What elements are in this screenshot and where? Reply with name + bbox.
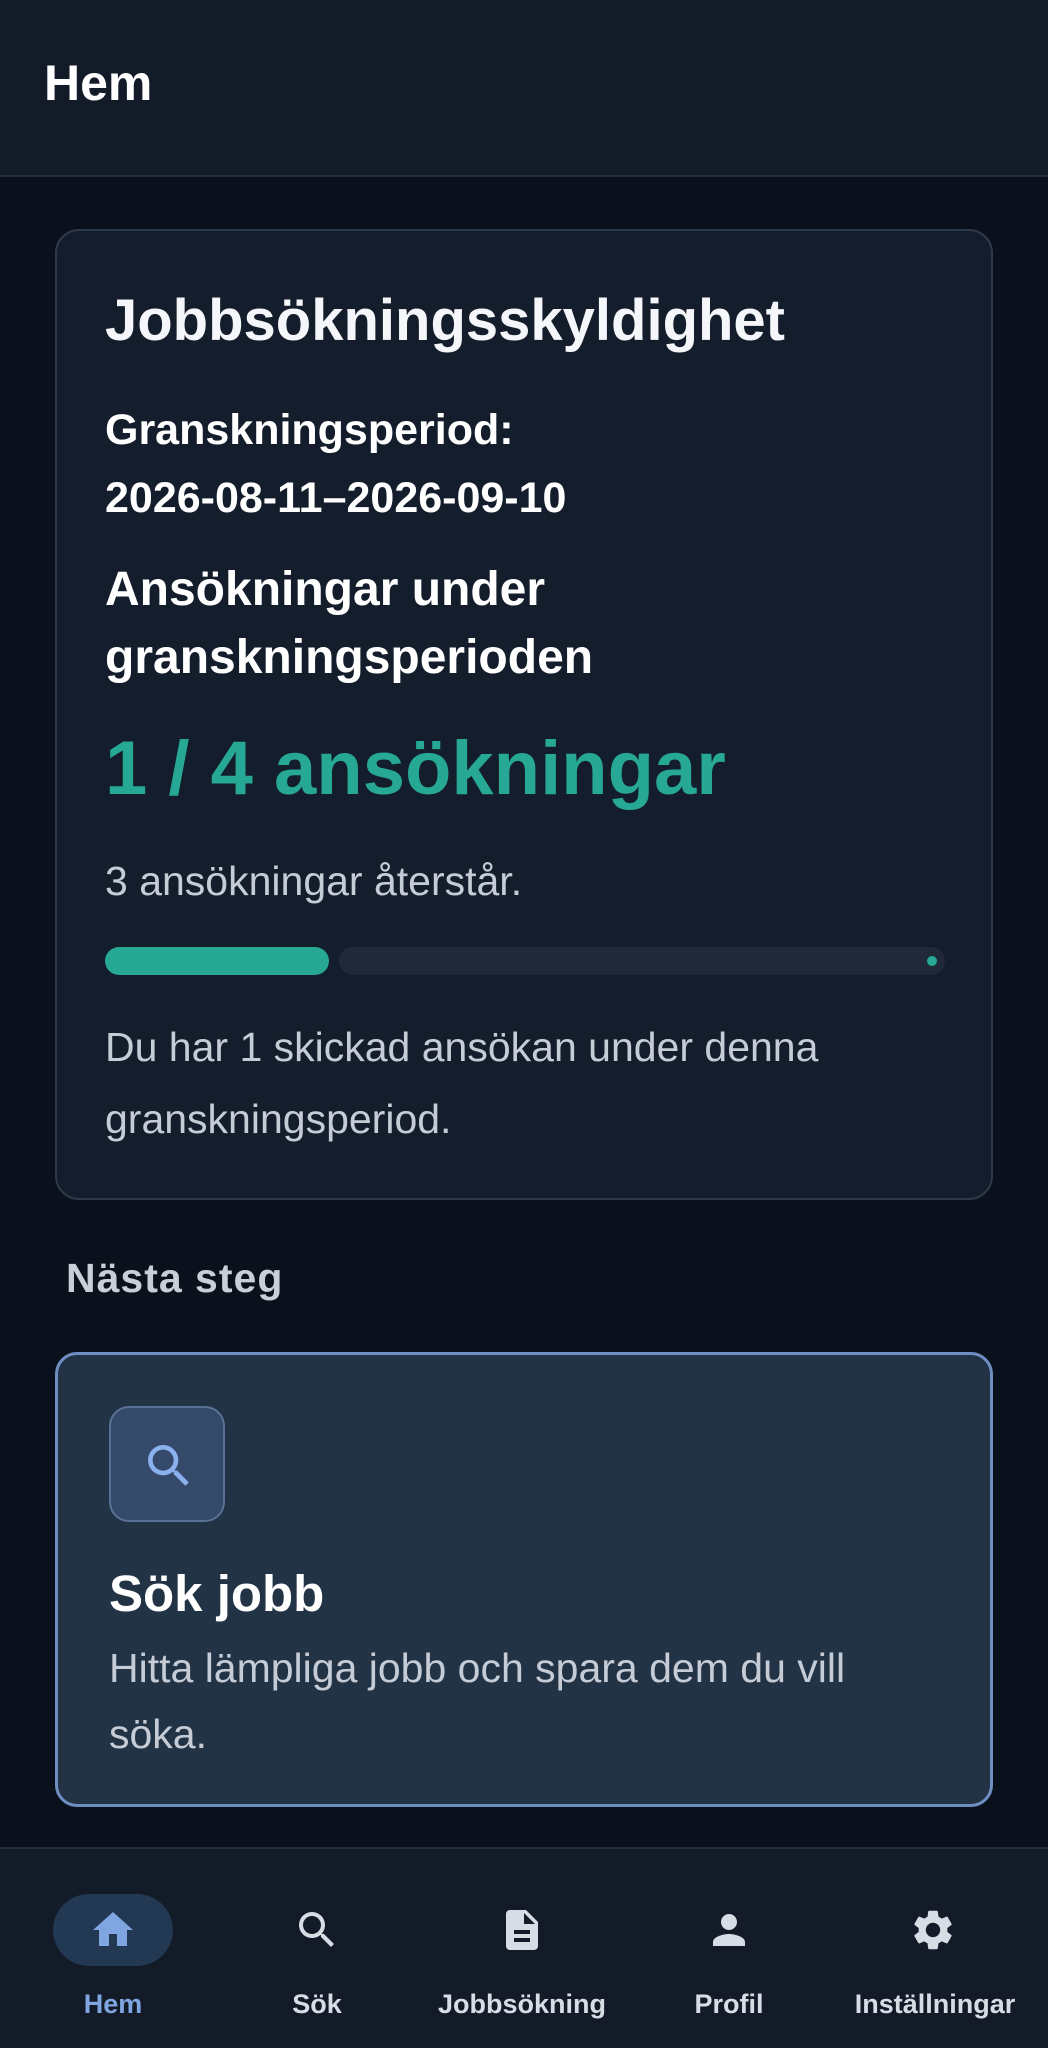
applications-progress-bar <box>105 947 945 975</box>
review-period-value: 2026-08-11–2026-09-10 <box>105 474 567 522</box>
applications-remaining: 3 ansökningar återstår. <box>105 858 523 904</box>
progress-fill <box>105 947 329 975</box>
nav-label-profile: Profil <box>694 1989 764 2019</box>
nav-label-search: Sök <box>292 1989 342 2019</box>
page-title: Hem <box>44 55 153 111</box>
nav-item-profile[interactable]: Profil <box>636 1849 822 2048</box>
app-root: Hem Jobbsökningsskyldighet Granskningspe… <box>0 0 1048 2048</box>
applications-heading: Ansökningar under granskningsperioden <box>105 563 594 684</box>
progress-remaining-track <box>339 947 945 975</box>
home-icon <box>93 1912 133 1946</box>
nav-label-home: Hem <box>83 1989 143 2019</box>
applications-summary: Du har 1 skickad ansökan under denna gra… <box>105 1024 819 1142</box>
search-icon-tile <box>109 1406 225 1522</box>
search-icon <box>299 1912 334 1947</box>
job-search-obligation-card: Jobbsökningsskyldighet Granskningsperiod… <box>55 229 993 1200</box>
progress-end-dot <box>927 956 937 966</box>
nav-label-job-search: Jobbsökning <box>438 1989 606 2019</box>
nav-item-job-search[interactable]: Jobbsökning <box>408 1849 636 2048</box>
nav-label-settings: Inställningar <box>854 1989 1016 2019</box>
bottom-navigation: Hem Sök Jobbsökning Profil Inställningar <box>0 1847 1048 2048</box>
nav-item-home[interactable]: Hem <box>0 1849 226 2048</box>
search-jobs-title: Sök jobb <box>109 1565 325 1622</box>
obligation-title: Jobbsökningsskyldighet <box>105 288 785 353</box>
nav-item-settings[interactable]: Inställningar <box>822 1849 1048 2048</box>
next-steps-heading: Nästa steg <box>66 1255 284 1301</box>
nav-item-search[interactable]: Sök <box>226 1849 408 2048</box>
gear-icon <box>914 1910 952 1950</box>
document-icon <box>506 1910 538 1950</box>
search-jobs-description: Hitta lämpliga jobb och spara dem du vil… <box>109 1645 846 1757</box>
top-app-bar: Hem <box>0 0 1048 177</box>
search-jobs-card[interactable]: Sök jobb Hitta lämpliga jobb och spara d… <box>55 1352 993 1807</box>
search-icon <box>148 1445 189 1486</box>
person-icon <box>713 1914 745 1946</box>
review-period-label: Granskningsperiod: <box>105 406 514 454</box>
applications-count: 1 / 4 ansökningar <box>105 726 726 811</box>
